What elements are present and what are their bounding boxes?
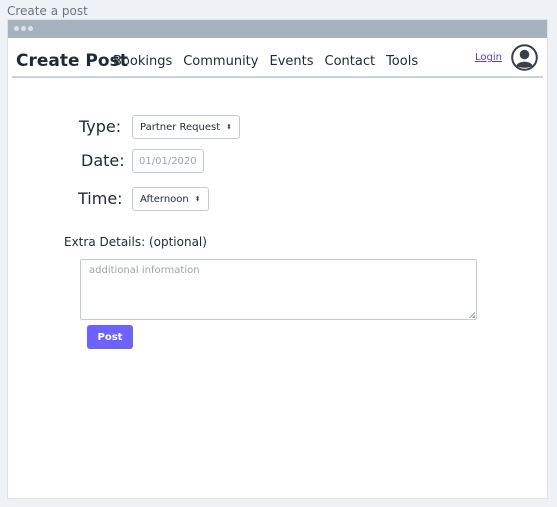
extra-details-label: Extra Details: (optional) (64, 235, 207, 249)
nav-link-contact[interactable]: Contact (325, 54, 376, 69)
time-select[interactable]: Afternoon ⬍ (132, 187, 209, 211)
nav-links: Bookings Community Events Contact Tools (113, 54, 418, 69)
nav-link-tools[interactable]: Tools (386, 54, 418, 69)
type-select-value: Partner Request (140, 121, 221, 133)
extra-details-textarea[interactable]: additional information (80, 259, 477, 320)
brand-title[interactable]: Create Post (16, 51, 128, 71)
window-controls[interactable] (14, 26, 33, 31)
nav-link-bookings[interactable]: Bookings (113, 54, 172, 69)
date-label: Date: (81, 151, 125, 170)
date-input[interactable]: 01/01/2020 (132, 149, 204, 173)
type-select[interactable]: Partner Request ⬍ (132, 115, 241, 139)
window-titlebar (8, 20, 547, 38)
nav-link-community[interactable]: Community (183, 54, 258, 69)
time-select-value: Afternoon (140, 193, 189, 205)
textarea-placeholder: additional information (89, 265, 200, 276)
login-link[interactable]: Login (475, 52, 502, 63)
post-button[interactable]: Post (87, 325, 133, 349)
type-label: Type: (79, 117, 122, 136)
window-dot-icon[interactable] (28, 26, 33, 31)
navbar: Create Post Bookings Community Events Co… (12, 38, 543, 78)
time-label: Time: (78, 189, 123, 208)
browser-window: Create Post Bookings Community Events Co… (7, 19, 548, 499)
frame-title: Create a post (7, 4, 88, 18)
nav-link-events[interactable]: Events (269, 54, 313, 69)
user-circle-icon[interactable] (511, 44, 538, 71)
window-dot-icon[interactable] (21, 26, 26, 31)
window-dot-icon[interactable] (14, 26, 19, 31)
select-caret-icon: ⬍ (194, 195, 201, 203)
select-caret-icon: ⬍ (226, 123, 233, 131)
resize-handle-icon[interactable] (469, 312, 475, 318)
